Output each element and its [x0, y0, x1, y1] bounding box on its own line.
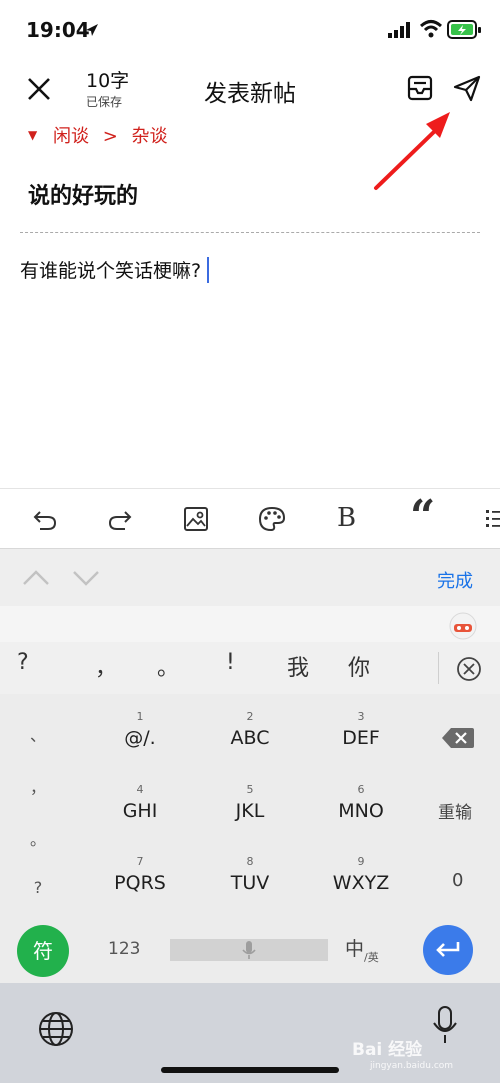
candidate-bar — [0, 642, 500, 694]
enter-key[interactable] — [423, 925, 473, 975]
category-selector[interactable]: ▼ 闲谈 > 杂谈 — [28, 122, 168, 148]
annotation-arrow — [374, 112, 450, 190]
dictation-mic-icon[interactable] — [432, 1005, 458, 1045]
key-7[interactable]: 7 PQRS — [100, 855, 180, 894]
key-number: 8 — [246, 855, 254, 868]
key-number: 4 — [136, 783, 144, 796]
battery-icon — [447, 20, 481, 39]
key-number: 7 — [136, 855, 144, 868]
punct-key[interactable]: ， — [3, 774, 73, 798]
candidate-item[interactable]: 。 — [157, 650, 179, 682]
key-5[interactable]: 5 JKL — [210, 783, 290, 822]
category-board: 闲谈 — [52, 126, 89, 147]
key-number: 2 — [246, 710, 254, 723]
key-label: GHI — [122, 800, 158, 822]
key-9[interactable]: 9 WXYZ — [321, 855, 401, 894]
candidate-divider — [438, 652, 439, 684]
microphone-icon — [242, 941, 256, 959]
caret-down-icon: ▼ — [28, 128, 38, 142]
format-toolbar: B “ — [0, 488, 500, 549]
location-arrow-icon — [86, 24, 98, 36]
key-label: PQRS — [114, 872, 166, 894]
key-label: MNO — [338, 800, 384, 822]
watermark-text: Bai 经验 — [352, 1040, 423, 1060]
image-icon[interactable] — [183, 506, 209, 532]
title-divider — [20, 232, 480, 233]
wifi-icon — [419, 20, 443, 38]
candidate-item[interactable]: ? — [17, 650, 29, 675]
redo-icon[interactable] — [107, 506, 133, 532]
post-body-text: 有谁能说个笑话梗嘛? — [20, 260, 202, 282]
drafts-icon[interactable] — [406, 74, 434, 102]
category-sub: 杂谈 — [131, 126, 168, 147]
status-time: 19:04 — [26, 18, 90, 42]
system-keyboard-bar: Bai 经验 jingyan.baidu.com — [0, 983, 500, 1083]
post-body-field[interactable]: 有谁能说个笑话梗嘛? — [20, 256, 210, 283]
key-8[interactable]: 8 TUV — [210, 855, 290, 894]
key-3[interactable]: 3 DEF — [321, 710, 401, 749]
punct-key[interactable]: 、 — [3, 722, 73, 746]
signal-icon — [388, 22, 410, 38]
key-1[interactable]: 1 @/. — [100, 710, 180, 749]
mascot-icon[interactable] — [448, 610, 478, 640]
punct-key[interactable]: ? — [3, 878, 73, 897]
candidate-item[interactable]: 我 — [287, 650, 309, 682]
space-key[interactable] — [170, 939, 328, 961]
return-icon — [436, 942, 460, 957]
zero-key[interactable]: 0 — [452, 870, 463, 891]
chevron-up-icon[interactable] — [22, 569, 50, 587]
symbol-key[interactable]: 符 — [17, 925, 69, 977]
undo-icon[interactable] — [32, 506, 58, 532]
candidate-item[interactable]: ， — [95, 650, 117, 682]
palette-icon[interactable] — [258, 506, 286, 532]
quote-icon[interactable]: “ — [410, 495, 435, 539]
list-icon[interactable] — [484, 507, 500, 531]
key-number: 9 — [357, 855, 365, 868]
reinput-key[interactable]: 重输 — [438, 798, 472, 823]
key-number: 5 — [246, 783, 254, 796]
keyboard-accessory-bar: 完成 — [0, 548, 500, 607]
key-number: 3 — [357, 710, 365, 723]
key-2[interactable]: 2 ABC — [210, 710, 290, 749]
done-button[interactable]: 完成 — [437, 567, 473, 593]
key-label: ABC — [230, 727, 270, 749]
keyboard-mascot-bar — [0, 606, 500, 642]
language-toggle-key[interactable]: 中/英 — [345, 934, 379, 965]
key-label: DEF — [342, 727, 380, 749]
send-icon[interactable] — [452, 74, 482, 102]
lang-main: 中 — [345, 938, 365, 960]
home-indicator[interactable] — [161, 1067, 339, 1073]
key-label: TUV — [230, 872, 270, 894]
lang-sub: /英 — [364, 951, 379, 964]
key-6[interactable]: 6 MNO — [321, 783, 401, 822]
key-4[interactable]: 4 GHI — [100, 783, 180, 822]
post-title-field[interactable]: 说的好玩的 — [28, 178, 138, 210]
number-toggle-key[interactable]: 123 — [108, 939, 140, 959]
text-cursor — [207, 257, 210, 283]
watermark-sub: jingyan.baidu.com — [370, 1061, 454, 1071]
candidate-item[interactable]: 你 — [348, 650, 370, 682]
globe-icon[interactable] — [38, 1011, 74, 1047]
bold-icon[interactable]: B — [337, 503, 356, 533]
collapse-candidates-icon[interactable] — [456, 656, 482, 682]
punct-key[interactable]: 。 — [3, 826, 73, 850]
chevron-down-icon[interactable] — [72, 569, 100, 587]
category-separator: > — [102, 126, 118, 147]
backspace-icon[interactable] — [441, 726, 475, 750]
key-label: @/. — [124, 727, 156, 749]
key-label: JKL — [235, 800, 265, 822]
candidate-item[interactable]: ! — [226, 650, 235, 675]
key-number: 1 — [136, 710, 144, 723]
key-label: WXYZ — [332, 872, 390, 894]
key-number: 6 — [357, 783, 365, 796]
